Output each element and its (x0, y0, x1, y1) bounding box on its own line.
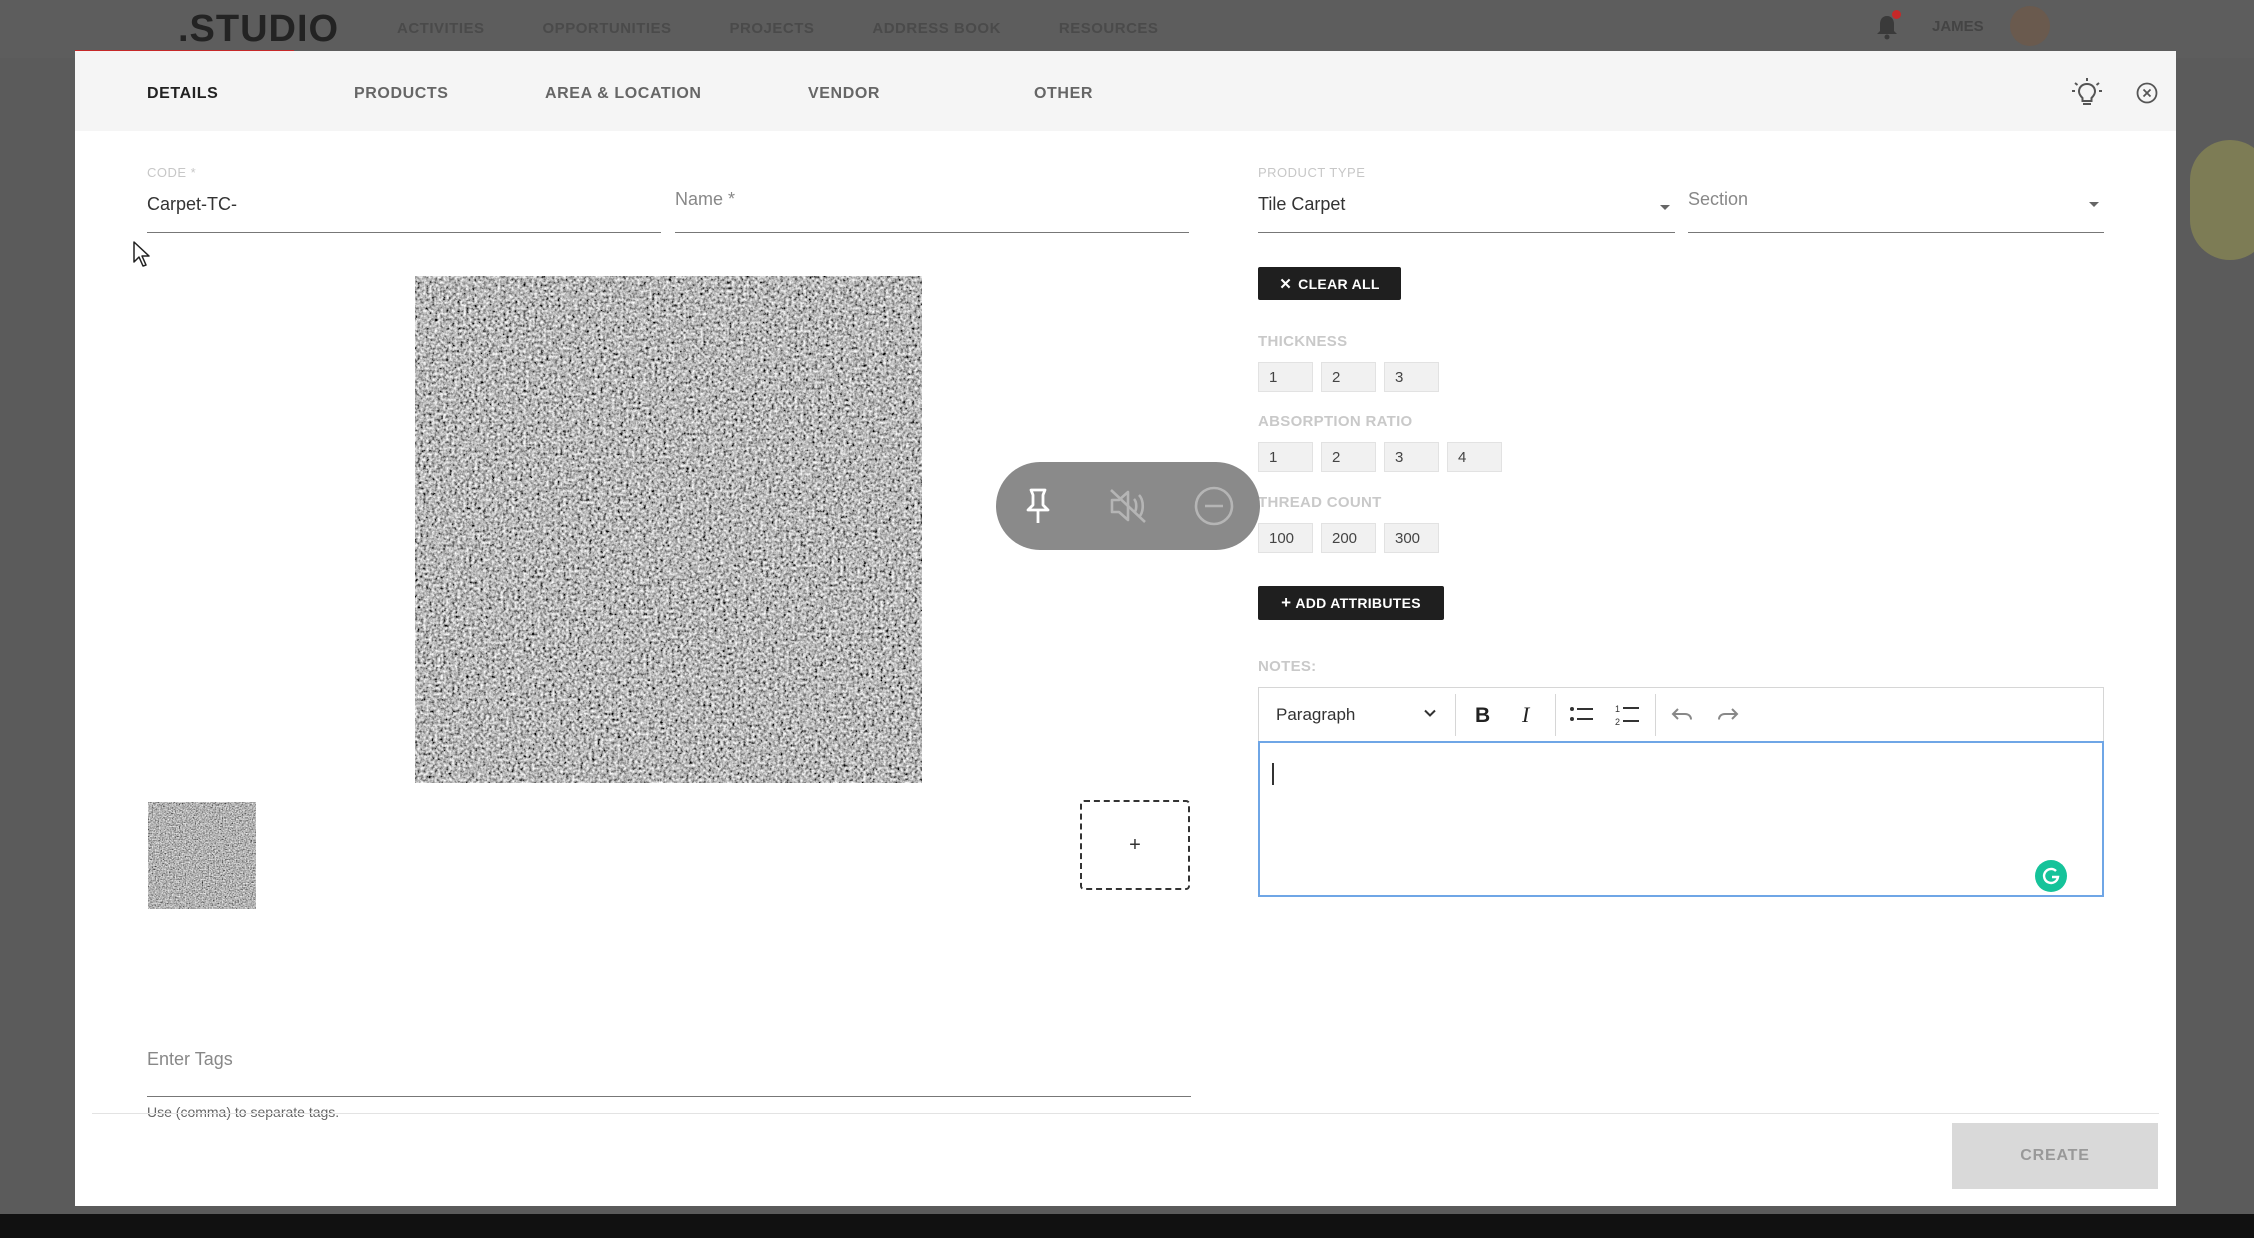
absorption-ratio-label: ABSORPTION RATIO (1258, 413, 1413, 430)
code-label: CODE * (147, 165, 197, 180)
grammarly-icon[interactable] (2035, 860, 2067, 892)
clear-all-label: CLEAR ALL (1298, 275, 1380, 292)
tab-vendor[interactable]: VENDOR (808, 85, 880, 103)
footer-divider (92, 1113, 2159, 1114)
nav-projects: PROJECTS (729, 20, 815, 37)
tab-products[interactable]: PRODUCTS (354, 85, 449, 103)
bold-icon[interactable]: B (1459, 688, 1505, 741)
text-cursor (1272, 763, 1274, 785)
product-type-value: Tile Carpet (1258, 194, 1346, 214)
tags-input[interactable]: Enter Tags (147, 1041, 1191, 1097)
toolbar-separator (1655, 694, 1656, 736)
add-image-button[interactable]: + (1080, 800, 1190, 890)
floating-control-pill (996, 462, 1260, 550)
svg-text:I: I (1521, 704, 1531, 726)
thickness-option-3[interactable]: 3 (1384, 362, 1439, 392)
name-field[interactable]: Name * (675, 183, 1189, 233)
plus-icon: + (1281, 593, 1292, 612)
close-icon: ✕ (1279, 275, 1293, 293)
undo-icon[interactable] (1659, 688, 1705, 741)
nav-address-book: ADDRESS BOOK (872, 20, 1001, 37)
paragraph-format-select[interactable]: Paragraph (1259, 688, 1455, 741)
notes-editor[interactable] (1258, 741, 2104, 897)
absorption-option-2[interactable]: 2 (1321, 442, 1376, 472)
chevron-down-icon (1423, 706, 1437, 725)
create-button[interactable]: CREATE (1952, 1123, 2158, 1189)
numbered-list-icon[interactable]: 1 2 (1605, 688, 1651, 741)
carpet-thumbnail[interactable] (148, 802, 256, 909)
background-topbar: .STUDIO ACTIVITIES OPPORTUNITIES PROJECT… (0, 0, 2254, 58)
tags-help-text: Use (comma) to separate tags. (147, 1104, 340, 1120)
background-image-fragment (2190, 140, 2254, 260)
caret-down-icon (2089, 202, 2099, 207)
minus-circle-icon[interactable] (1192, 484, 1236, 528)
svg-text:B: B (1475, 704, 1490, 726)
thread-count-label: THREAD COUNT (1258, 494, 1382, 511)
tags-placeholder: Enter Tags (147, 1049, 233, 1069)
new-product-modal: DETAILS PRODUCTS AREA & LOCATION VENDOR … (75, 51, 2176, 1206)
thread-count-option-200[interactable]: 200 (1321, 523, 1376, 553)
italic-icon[interactable]: I (1505, 688, 1551, 741)
code-field[interactable]: Carpet-TC- (147, 183, 661, 233)
toolbar-separator (1455, 694, 1456, 736)
nav-activities: ACTIVITIES (397, 20, 485, 37)
lightbulb-icon[interactable] (2069, 75, 2105, 111)
section-select[interactable]: Section (1688, 183, 2104, 233)
user-name: JAMES (1932, 18, 1984, 35)
app-logo: .STUDIO (178, 8, 340, 50)
notification-dot (1892, 10, 1901, 19)
redo-icon[interactable] (1705, 688, 1751, 741)
avatar (2010, 6, 2050, 46)
absorption-option-4[interactable]: 4 (1447, 442, 1502, 472)
background-nav: ACTIVITIES OPPORTUNITIES PROJECTS ADDRES… (397, 20, 1158, 37)
section-placeholder: Section (1688, 189, 1749, 209)
thread-count-option-300[interactable]: 300 (1384, 523, 1439, 553)
product-type-label: PRODUCT TYPE (1258, 165, 1366, 180)
svg-text:2: 2 (1615, 717, 1620, 727)
thickness-option-2[interactable]: 2 (1321, 362, 1376, 392)
code-value: Carpet-TC- (147, 194, 238, 214)
toolbar-separator (1555, 694, 1556, 736)
background-bottom-bar (0, 1214, 2254, 1238)
mouse-pointer-icon (132, 240, 152, 273)
close-circle-icon[interactable] (2129, 75, 2165, 111)
clear-all-button[interactable]: ✕ CLEAR ALL (1258, 267, 1401, 300)
absorption-option-3[interactable]: 3 (1384, 442, 1439, 472)
add-attributes-label: ADD ATTRIBUTES (1295, 595, 1421, 611)
notes-editor-toolbar: Paragraph B I 1 2 (1258, 687, 2104, 742)
absorption-option-1[interactable]: 1 (1258, 442, 1313, 472)
carpet-main-image (415, 276, 922, 783)
thickness-label: THICKNESS (1258, 333, 1348, 350)
tab-area-location[interactable]: AREA & LOCATION (545, 85, 702, 103)
tab-other[interactable]: OTHER (1034, 85, 1093, 103)
modal-tab-bar: DETAILS PRODUCTS AREA & LOCATION VENDOR … (75, 51, 2176, 131)
product-type-select[interactable]: Tile Carpet (1258, 183, 1675, 233)
pin-icon[interactable] (1016, 484, 1060, 528)
thickness-option-1[interactable]: 1 (1258, 362, 1313, 392)
caret-down-icon (1660, 205, 1670, 210)
svg-text:1: 1 (1615, 704, 1620, 714)
thread-count-option-100[interactable]: 100 (1258, 523, 1313, 553)
name-placeholder: Name * (675, 189, 736, 209)
nav-resources: RESOURCES (1058, 20, 1159, 37)
nav-opportunities: OPPORTUNITIES (542, 20, 672, 37)
tab-details[interactable]: DETAILS (147, 85, 218, 103)
add-attributes-button[interactable]: + ADD ATTRIBUTES (1258, 586, 1444, 620)
bullet-list-icon[interactable] (1559, 688, 1605, 741)
format-value: Paragraph (1276, 704, 1356, 724)
notes-label: NOTES: (1258, 658, 1317, 675)
mute-icon[interactable] (1106, 484, 1150, 528)
